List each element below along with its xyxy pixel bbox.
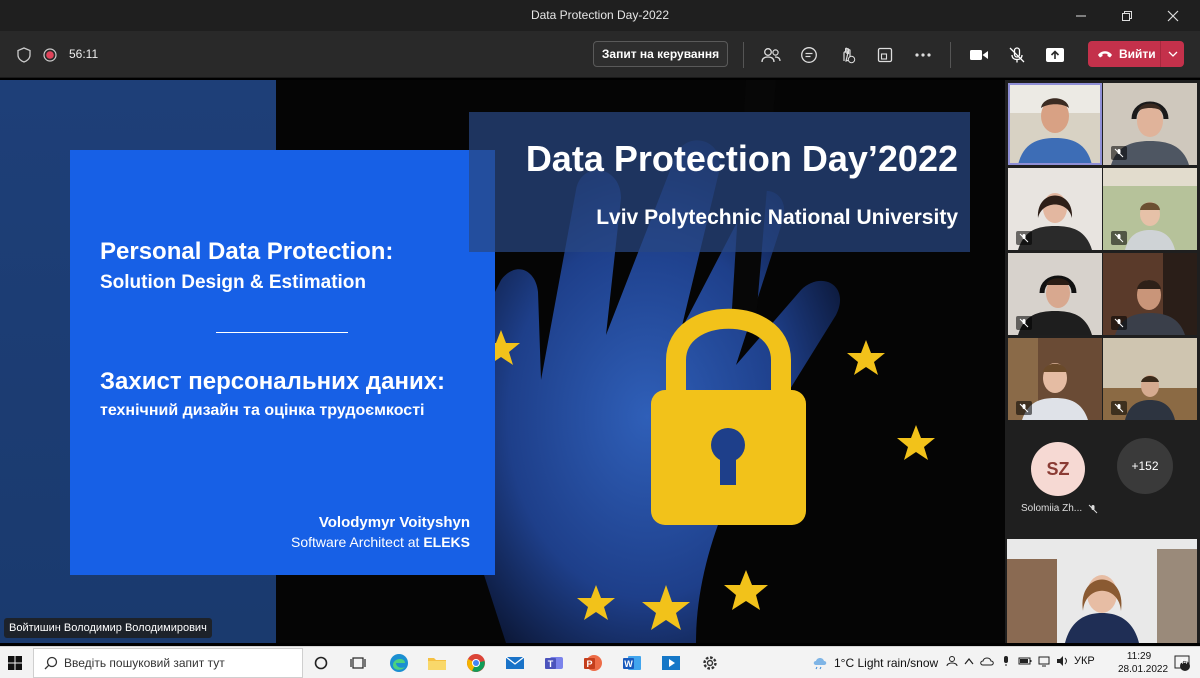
participant-name: Solomiia Zh... bbox=[1021, 503, 1098, 514]
maximize-icon[interactable] bbox=[1104, 0, 1150, 31]
weather-widget[interactable]: 1°C Light rain/snow bbox=[812, 656, 938, 670]
close-icon[interactable] bbox=[1150, 0, 1196, 31]
chrome-icon[interactable] bbox=[463, 650, 489, 676]
slide-subtitle-ua: технічний дизайн та оцінка трудоємкості bbox=[100, 402, 425, 419]
participant-tile[interactable] bbox=[1103, 83, 1197, 165]
search-input[interactable] bbox=[64, 656, 284, 670]
onedrive-icon[interactable] bbox=[980, 656, 994, 666]
slide-subtitle-en: Solution Design & Estimation bbox=[100, 272, 367, 293]
settings-icon[interactable] bbox=[697, 650, 723, 676]
windows-taskbar: T P W 1°C Light rain/snow УКР 11:29 28.0… bbox=[0, 646, 1200, 678]
chevron-down-icon[interactable] bbox=[1161, 41, 1184, 67]
cortana-icon[interactable] bbox=[308, 650, 334, 676]
view-icon[interactable] bbox=[873, 43, 897, 67]
mic-muted-icon bbox=[1111, 231, 1127, 245]
presenter-name-label: Войтишин Володимир Володимирович bbox=[4, 618, 212, 638]
camera-icon[interactable] bbox=[967, 43, 991, 67]
recording-icon bbox=[38, 43, 62, 67]
mic-muted-icon bbox=[1111, 316, 1127, 330]
more-participants-button[interactable]: +152 bbox=[1117, 438, 1173, 494]
shared-presentation: Personal Data Protection: Solution Desig… bbox=[0, 80, 1005, 643]
svg-text:P: P bbox=[586, 659, 592, 669]
mic-muted-icon[interactable] bbox=[1005, 43, 1029, 67]
network-icon[interactable] bbox=[1038, 655, 1050, 667]
window-title: Data Protection Day-2022 bbox=[530, 8, 670, 22]
slide-title-ua: Захист персональних даних: bbox=[100, 368, 446, 395]
slide-title-en: Personal Data Protection: bbox=[100, 238, 394, 265]
title-bar: Data Protection Day-2022 bbox=[0, 0, 1200, 31]
self-video[interactable] bbox=[1007, 539, 1197, 643]
word-icon[interactable]: W bbox=[619, 650, 645, 676]
event-banner: Data Protection Day’2022 Lviv Polytechni… bbox=[469, 112, 970, 252]
participant-tile[interactable] bbox=[1008, 83, 1102, 165]
toolbar-divider bbox=[743, 42, 744, 68]
people-icon[interactable] bbox=[759, 43, 783, 67]
svg-text:W: W bbox=[624, 659, 633, 669]
meeting-toolbar: 56:11 Запит на керування Вийти bbox=[0, 31, 1200, 78]
file-explorer-icon[interactable] bbox=[424, 650, 450, 676]
search-icon bbox=[44, 656, 58, 670]
author-company: ELEKS bbox=[423, 534, 470, 550]
chat-icon[interactable] bbox=[797, 43, 821, 67]
task-view-icon[interactable] bbox=[345, 650, 371, 676]
share-screen-icon[interactable] bbox=[1043, 43, 1067, 67]
mic-muted-icon bbox=[1111, 401, 1127, 415]
volume-icon[interactable] bbox=[1056, 655, 1068, 667]
clock-time: 11:29 bbox=[1126, 651, 1152, 662]
avatar[interactable]: SZ bbox=[1031, 442, 1085, 496]
mic-muted-icon bbox=[1016, 231, 1032, 245]
more-options-icon[interactable] bbox=[911, 43, 935, 67]
microphone-icon[interactable] bbox=[1000, 655, 1012, 667]
media-player-icon[interactable] bbox=[658, 650, 684, 676]
weather-text: 1°C Light rain/snow bbox=[834, 656, 939, 670]
toolbar-divider bbox=[950, 42, 951, 68]
participant-tile[interactable] bbox=[1103, 338, 1197, 420]
people-icon[interactable] bbox=[946, 655, 958, 667]
reactions-icon[interactable] bbox=[835, 43, 859, 67]
author-role: Software Architect at ELEKS bbox=[291, 534, 470, 550]
edge-icon[interactable] bbox=[386, 650, 412, 676]
mic-muted-icon bbox=[1016, 401, 1032, 415]
mic-muted-icon bbox=[1088, 504, 1098, 513]
teams-icon[interactable]: T bbox=[541, 650, 567, 676]
windows-start-icon[interactable] bbox=[0, 647, 30, 678]
powerpoint-icon[interactable]: P bbox=[580, 650, 606, 676]
battery-icon[interactable] bbox=[1018, 656, 1032, 666]
system-tray: УКР bbox=[946, 655, 1095, 667]
notification-count: 44 bbox=[1180, 659, 1188, 666]
participant-tile[interactable] bbox=[1008, 253, 1102, 335]
hang-up-icon bbox=[1098, 51, 1112, 58]
svg-text:T: T bbox=[548, 659, 554, 669]
leave-label: Вийти bbox=[1119, 47, 1156, 61]
participant-tile[interactable] bbox=[1103, 168, 1197, 250]
meeting-timer: 56:11 bbox=[69, 47, 99, 61]
language-indicator[interactable]: УКР bbox=[1074, 655, 1095, 667]
minimize-icon[interactable] bbox=[1058, 0, 1104, 31]
event-university: Lviv Polytechnic National University bbox=[596, 206, 958, 229]
clock-date: 28.01.2022 bbox=[1118, 664, 1169, 675]
mic-muted-icon bbox=[1016, 316, 1032, 330]
cloud-rain-icon bbox=[813, 658, 827, 670]
taskbar-clock[interactable]: 11:29 28.01.2022 bbox=[1118, 650, 1169, 676]
participant-tile[interactable] bbox=[1008, 338, 1102, 420]
shield-icon[interactable] bbox=[12, 43, 36, 67]
mail-icon[interactable] bbox=[502, 650, 528, 676]
taskbar-search[interactable] bbox=[33, 648, 303, 678]
leave-button[interactable]: Вийти bbox=[1088, 41, 1184, 67]
mic-muted-icon bbox=[1111, 146, 1127, 160]
participant-tile[interactable] bbox=[1103, 253, 1197, 335]
participant-tile[interactable] bbox=[1008, 168, 1102, 250]
slide-title-card: Personal Data Protection: Solution Desig… bbox=[70, 150, 495, 575]
event-title: Data Protection Day’2022 bbox=[525, 138, 958, 179]
request-control-button[interactable]: Запит на керування bbox=[593, 41, 728, 67]
participants-panel: SZ +152 Solomiia Zh... bbox=[1005, 80, 1200, 643]
author-name: Volodymyr Voityshyn bbox=[318, 514, 470, 531]
divider-line bbox=[216, 332, 348, 333]
chevron-up-icon[interactable] bbox=[964, 657, 974, 665]
